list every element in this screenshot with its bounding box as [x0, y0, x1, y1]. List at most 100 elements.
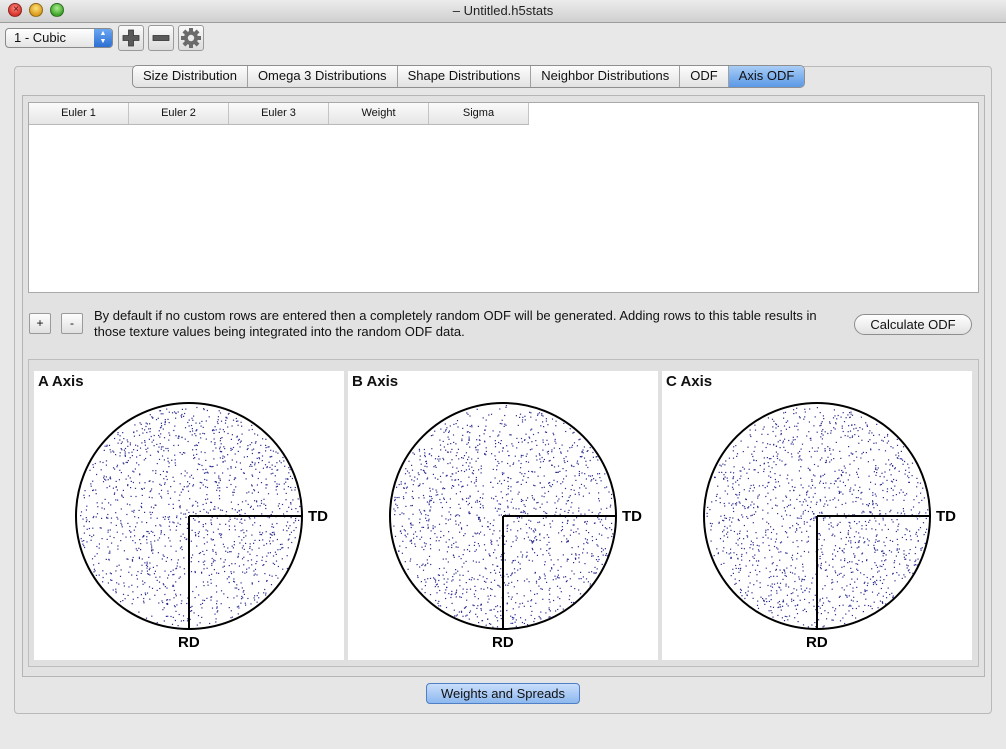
- pole-point: [201, 482, 203, 484]
- pole-point: [794, 425, 796, 427]
- pole-point: [483, 517, 486, 519]
- pole-point: [898, 455, 900, 457]
- pole-point: [758, 485, 760, 487]
- pole-point: [785, 585, 787, 587]
- pole-point: [446, 474, 448, 477]
- calculate-odf-button[interactable]: Calculate ODF: [854, 314, 972, 335]
- pole-point: [499, 422, 501, 425]
- pole-point: [741, 559, 743, 561]
- pole-point: [170, 615, 172, 618]
- pole-point: [905, 558, 907, 560]
- pole-point: [441, 493, 443, 495]
- pole-point: [576, 517, 578, 519]
- pole-point: [175, 417, 177, 419]
- pole-point: [294, 489, 296, 491]
- weights-and-spreads-button[interactable]: Weights and Spreads: [426, 683, 580, 704]
- pole-point: [864, 604, 866, 606]
- pole-point: [490, 413, 493, 415]
- column-header-weight[interactable]: Weight: [329, 103, 429, 124]
- pole-point: [768, 544, 770, 547]
- pole-point: [121, 494, 123, 496]
- pole-point: [800, 585, 802, 587]
- pole-point: [489, 554, 491, 557]
- pole-point: [113, 493, 115, 495]
- pole-point: [257, 592, 260, 594]
- pole-point: [466, 412, 468, 414]
- pole-point: [200, 451, 202, 453]
- pole-point: [227, 468, 229, 470]
- pole-point: [260, 502, 263, 504]
- pole-point: [465, 452, 467, 454]
- pole-point: [904, 513, 906, 515]
- pole-point: [192, 484, 195, 486]
- column-header-euler1[interactable]: Euler 1: [29, 103, 129, 124]
- pole-point: [82, 518, 84, 520]
- pole-point: [721, 471, 723, 473]
- pole-point: [115, 590, 117, 592]
- pole-point: [430, 548, 432, 550]
- column-header-euler3[interactable]: Euler 3: [229, 103, 329, 124]
- pole-point: [875, 495, 877, 497]
- pole-point: [911, 475, 913, 477]
- tab-size-distribution[interactable]: Size Distribution: [133, 66, 248, 87]
- pole-point: [451, 479, 453, 481]
- pole-point: [547, 490, 550, 493]
- tab-shape-distributions[interactable]: Shape Distributions: [398, 66, 532, 87]
- pole-point: [168, 462, 170, 464]
- pole-point: [158, 446, 160, 448]
- pole-point: [403, 513, 405, 515]
- remove-phase-button[interactable]: [148, 25, 174, 51]
- pole-point: [536, 539, 538, 541]
- pole-point: [578, 510, 580, 512]
- pole-point: [752, 544, 754, 546]
- pole-point: [832, 526, 834, 528]
- add-phase-button[interactable]: [118, 25, 144, 51]
- pole-point: [786, 514, 788, 516]
- pole-point: [874, 541, 876, 543]
- tab-neighbor-distributions[interactable]: Neighbor Distributions: [531, 66, 681, 87]
- pole-point: [724, 505, 726, 507]
- pole-point: [286, 530, 288, 532]
- pole-point: [455, 591, 457, 593]
- pole-point: [439, 458, 441, 460]
- tab-axis-odf[interactable]: Axis ODF: [728, 66, 805, 87]
- pole-point: [451, 487, 453, 489]
- remove-row-button[interactable]: -: [61, 313, 83, 334]
- pole-point: [160, 448, 162, 450]
- phase-select[interactable]: 1 - Cubic ▲ ▼: [5, 28, 113, 48]
- pole-point: [165, 475, 167, 477]
- pole-point: [102, 576, 104, 579]
- pole-point: [896, 538, 898, 540]
- pole-point: [293, 522, 295, 524]
- pole-point: [544, 444, 547, 446]
- pole-point: [163, 620, 165, 622]
- tab-omega3-distributions[interactable]: Omega 3 Distributions: [248, 66, 398, 87]
- pole-point: [546, 512, 548, 515]
- pole-point: [213, 569, 215, 571]
- column-header-euler2[interactable]: Euler 2: [129, 103, 229, 124]
- pole-point: [469, 611, 471, 614]
- tab-odf[interactable]: ODF: [680, 66, 729, 87]
- add-row-button[interactable]: +: [29, 313, 51, 334]
- pole-point: [224, 559, 226, 561]
- pole-point: [125, 461, 127, 463]
- pole-point: [586, 539, 588, 541]
- pole-point: [800, 477, 802, 479]
- pole-point: [458, 503, 460, 505]
- pole-point: [903, 510, 905, 512]
- pole-point: [560, 452, 562, 454]
- column-header-sigma[interactable]: Sigma: [429, 103, 529, 124]
- pole-point: [426, 478, 428, 480]
- pole-point: [534, 593, 536, 595]
- settings-button[interactable]: [178, 25, 204, 51]
- pole-point: [890, 509, 892, 511]
- pole-point: [879, 510, 881, 512]
- pole-point: [274, 475, 276, 477]
- pole-point: [228, 479, 230, 481]
- pole-point: [752, 597, 754, 599]
- pole-point: [776, 533, 778, 535]
- pole-point: [447, 451, 449, 453]
- pole-point: [230, 447, 232, 449]
- texture-table[interactable]: Euler 1 Euler 2 Euler 3 Weight Sigma: [28, 102, 979, 293]
- pole-point: [109, 529, 111, 531]
